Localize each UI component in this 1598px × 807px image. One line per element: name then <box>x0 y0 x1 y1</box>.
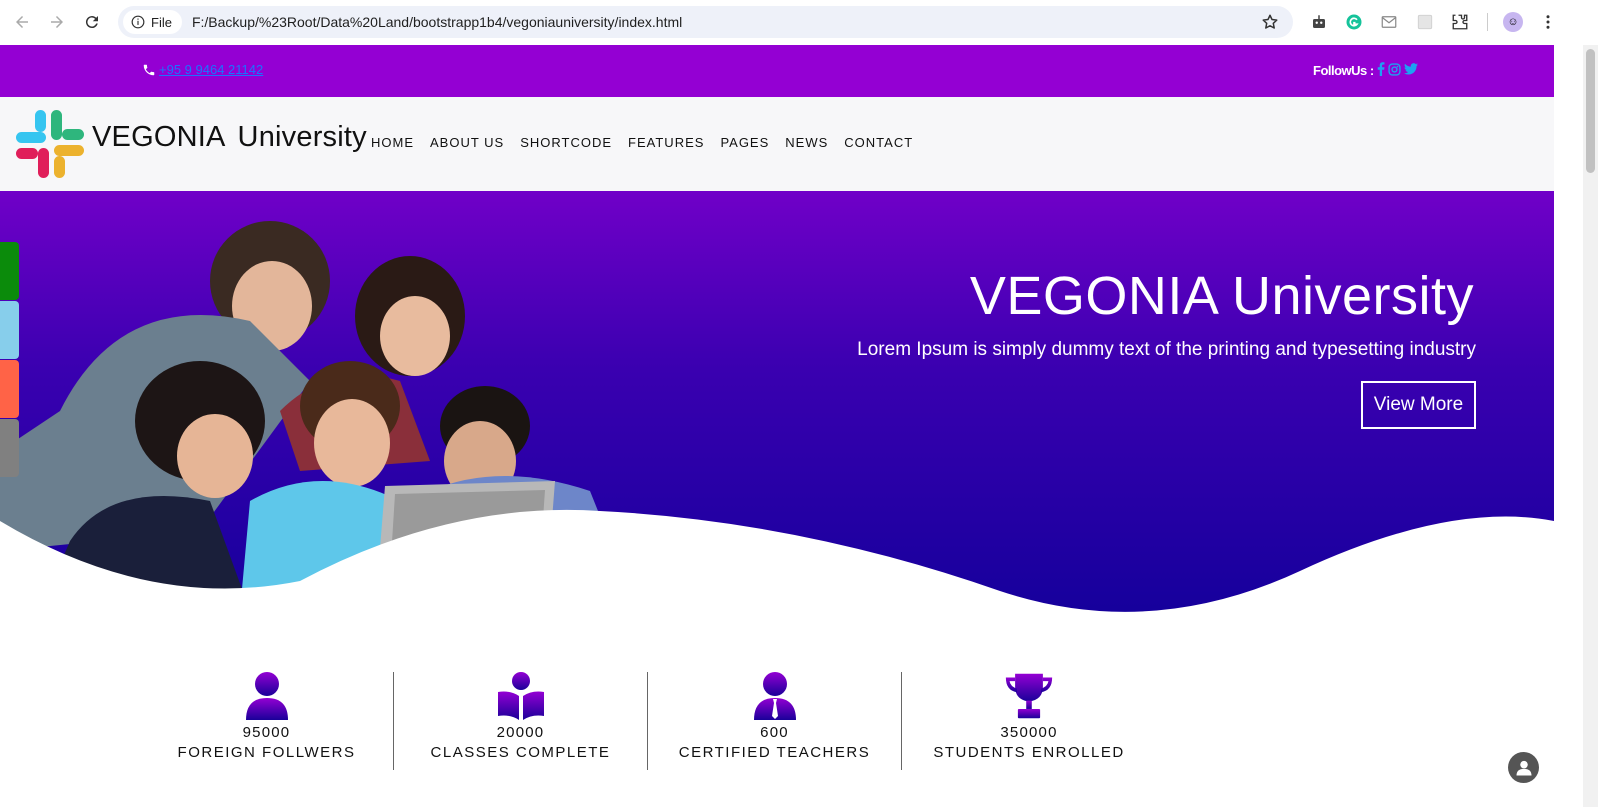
stat-value: 20000 <box>496 724 545 741</box>
stats-section: 95000 FOREIGN FOLLWERS 20000 CLASSES COM… <box>140 672 1156 770</box>
nav-contact[interactable]: CONTACT <box>844 135 913 150</box>
book-reader-icon <box>497 672 544 720</box>
address-bar[interactable]: File F:/Backup/%23Root/Data%20Land/boots… <box>118 6 1293 38</box>
stat-label: STUDENTS ENROLLED <box>933 744 1125 761</box>
site-info-chip[interactable]: File <box>123 10 182 34</box>
top-contact-bar: +95 9 9464 21142 FollowUs : <box>0 45 1554 97</box>
bookmark-star-icon[interactable] <box>1261 13 1279 36</box>
profile-emoji-icon: ☺ <box>1503 12 1523 32</box>
page-scrollbar[interactable] <box>1583 45 1598 807</box>
hero-wave-shape <box>0 509 1554 636</box>
back-icon[interactable] <box>10 10 34 34</box>
forward-icon[interactable] <box>45 10 69 34</box>
mail-extension-icon[interactable] <box>1379 12 1399 32</box>
hero-subtitle: Lorem Ipsum is simply dummy text of the … <box>857 339 1476 360</box>
brand-name[interactable]: VEGONIA University <box>92 121 367 154</box>
nav-features[interactable]: FEATURES <box>628 135 704 150</box>
stat-label: CLASSES COMPLETE <box>430 744 611 761</box>
hero-title: VEGONIA University <box>969 266 1474 326</box>
side-tab-green[interactable] <box>0 242 19 300</box>
stat-classes-complete: 20000 CLASSES COMPLETE <box>394 672 648 770</box>
stat-label: FOREIGN FOLLWERS <box>177 744 356 761</box>
side-tab-tomato[interactable] <box>0 360 19 418</box>
twitter-icon[interactable] <box>1403 63 1418 78</box>
reload-icon[interactable] <box>80 10 104 34</box>
view-more-button[interactable]: View More <box>1361 381 1476 429</box>
blank-extension-icon[interactable] <box>1415 12 1435 32</box>
browser-menu-icon[interactable] <box>1538 12 1558 32</box>
follow-label: FollowUs : <box>1313 63 1374 78</box>
info-icon <box>131 15 145 29</box>
university-logo[interactable] <box>16 110 84 178</box>
nav-pages[interactable]: PAGES <box>720 135 769 150</box>
grammarly-icon[interactable] <box>1344 12 1364 32</box>
facebook-icon[interactable] <box>1377 62 1385 79</box>
nav-shortcode[interactable]: SHORTCODE <box>520 135 612 150</box>
main-nav: HOME ABOUT US SHORTCODE FEATURES PAGES N… <box>371 135 913 150</box>
stat-value: 350000 <box>1000 724 1058 741</box>
browser-toolbar: File F:/Backup/%23Root/Data%20Land/boots… <box>0 0 1598 45</box>
stat-certified-teachers: 600 CERTIFIED TEACHERS <box>648 672 902 770</box>
side-tab-lightblue[interactable] <box>0 301 19 359</box>
teacher-icon <box>753 672 796 720</box>
phone-icon <box>143 64 155 75</box>
hero-banner: VEGONIA University Lorem Ipsum is simply… <box>0 191 1554 636</box>
robot-extension-icon[interactable] <box>1309 12 1329 32</box>
brand-main: VEGONIA <box>92 121 226 153</box>
stat-foreign-followers: 95000 FOREIGN FOLLWERS <box>140 672 394 770</box>
scrollbar-thumb[interactable] <box>1586 49 1595 173</box>
nav-home[interactable]: HOME <box>371 135 414 150</box>
site-header: VEGONIA University HOME ABOUT US SHORTCOD… <box>0 97 1554 191</box>
stat-students-enrolled: 350000 STUDENTS ENROLLED <box>902 672 1156 770</box>
phone-link[interactable]: +95 9 9464 21142 <box>159 62 263 77</box>
stat-label: CERTIFIED TEACHERS <box>678 744 871 761</box>
instagram-icon[interactable] <box>1388 62 1401 79</box>
phone-contact[interactable]: +95 9 9464 21142 <box>142 62 263 77</box>
url-text[interactable]: F:/Backup/%23Root/Data%20Land/bootstrapp… <box>192 14 682 30</box>
floating-account-button[interactable] <box>1508 752 1539 783</box>
chip-label: File <box>151 14 172 30</box>
stat-value: 95000 <box>242 724 291 741</box>
stat-value: 600 <box>760 724 789 741</box>
account-icon <box>1516 760 1531 775</box>
user-icon <box>245 672 288 720</box>
follow-us: FollowUs : <box>1313 62 1418 79</box>
brand-sub: University <box>237 121 367 153</box>
trophy-icon <box>1005 673 1053 719</box>
profile-avatar[interactable]: ☺ <box>1503 12 1523 32</box>
toolbar-divider <box>1487 13 1488 31</box>
extensions-puzzle-icon[interactable] <box>1450 12 1470 32</box>
side-tab-gray[interactable] <box>0 419 19 477</box>
nav-about-us[interactable]: ABOUT US <box>430 135 504 150</box>
nav-news[interactable]: NEWS <box>785 135 828 150</box>
